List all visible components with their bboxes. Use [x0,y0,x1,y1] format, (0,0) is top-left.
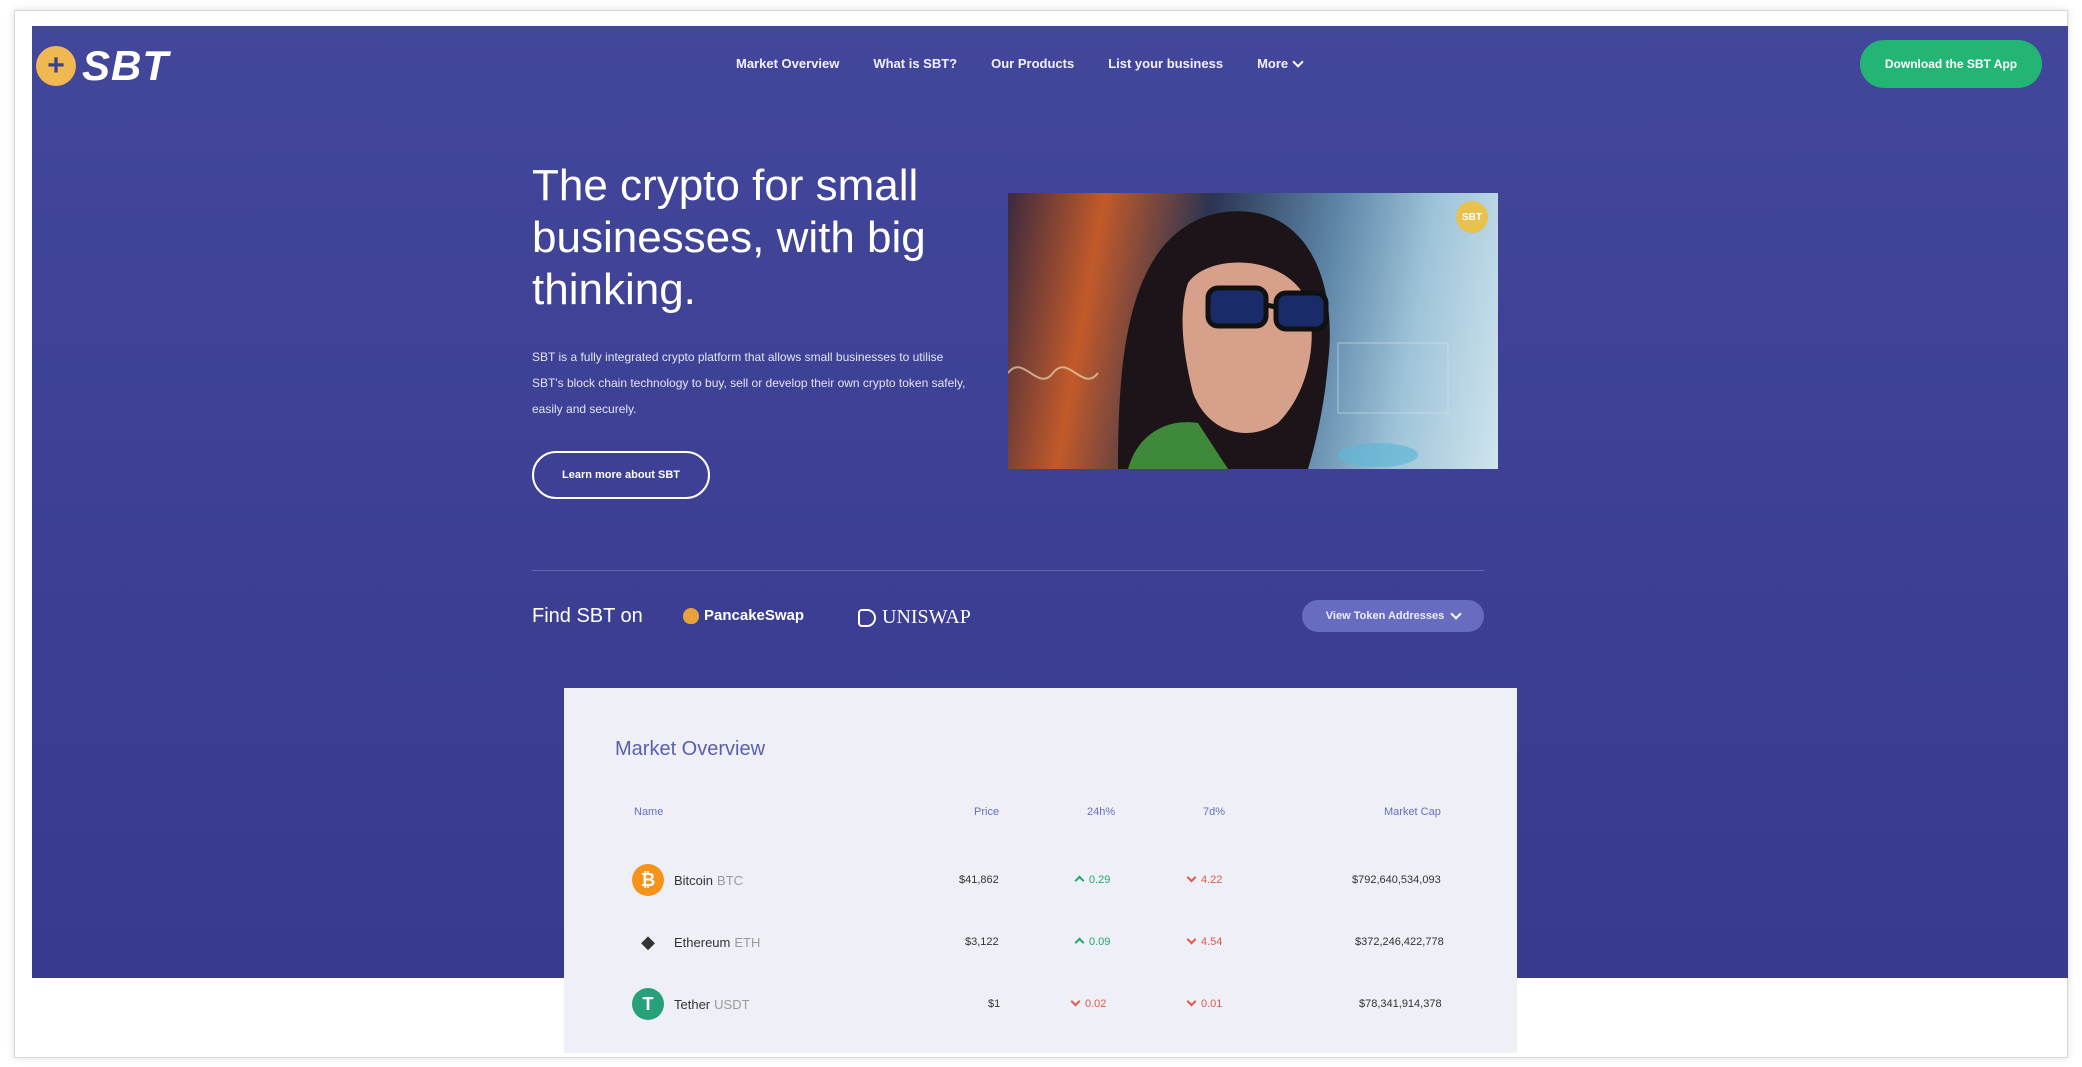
column-header-market-cap[interactable]: Market Cap [1384,806,1441,818]
change-7d-value: 0.01 [1201,998,1223,1010]
table-row[interactable]: ◆ Ethereum ETH $3,122 0.09 4.54 $372,246,… [564,910,1517,970]
market-cap: $792,640,534,093 [1352,874,1441,886]
coin-name: Ethereum ETH [674,935,760,950]
nav-item-what-is-sbt[interactable]: What is SBT? [873,56,957,71]
woman-with-glasses-illustration [1008,211,1449,469]
logo-coin-icon: + [36,46,76,86]
coin-symbol: BTC [717,873,744,888]
uniswap-unicorn-icon [858,608,876,627]
change-7d-value: 4.22 [1201,874,1223,886]
nav-item-our-products[interactable]: Our Products [991,56,1074,71]
token-button-label: View Token Addresses [1325,610,1445,622]
nav-label: More [1257,56,1289,71]
change-24h-value: 0.29 [1089,874,1111,886]
column-header-24h[interactable]: 24h% [1087,806,1115,818]
change-24h: 0.02 [1070,996,1107,1010]
download-app-button[interactable]: Download the SBT App [1860,40,2042,88]
tether-icon: T [632,988,664,1020]
coin-name-text: Bitcoin [674,873,714,888]
column-header-price[interactable]: Price [974,806,999,818]
uniswap-label: UNISWAP [882,606,971,628]
view-token-addresses-button[interactable]: View Token Addresses [1302,600,1484,632]
column-header-name[interactable]: Name [634,806,663,818]
coin-price: $3,122 [965,936,999,948]
arrow-up-icon [1074,937,1085,948]
nav-item-more[interactable]: More [1257,55,1304,71]
market-cap: $372,246,422,778 [1355,936,1444,948]
coin-price: $41,862 [959,874,999,886]
pancakeswap-bunny-icon [683,607,699,624]
nav-item-list-your-business[interactable]: List your business [1108,56,1223,71]
arrow-down-icon [1186,872,1197,883]
chevron-down-icon [1450,608,1462,620]
hero-image: SBT [1008,193,1498,469]
market-overview-panel: Market Overview Name Price 24h% 7d% Mark… [564,688,1517,1053]
market-cap: $78,341,914,378 [1359,998,1442,1010]
learn-more-button[interactable]: Learn more about SBT [532,451,710,499]
bitcoin-icon: ₿ [632,864,664,896]
change-24h-value: 0.02 [1085,998,1107,1010]
coin-symbol: ETH [734,935,761,950]
coin-name: Bitcoin BTC [674,873,743,888]
coin-name: Tether USDT [674,997,750,1012]
change-7d: 0.01 [1186,996,1223,1010]
arrow-down-icon [1186,934,1197,945]
chevron-down-icon [1292,55,1304,68]
coin-symbol: USDT [714,997,750,1012]
pancakeswap-link[interactable]: PancakeSwap [683,607,804,624]
change-7d: 4.54 [1186,934,1223,948]
change-7d: 4.22 [1186,872,1223,886]
nav-label: Market Overview [736,56,840,71]
arrow-down-icon [1186,996,1197,1007]
coin-name-text: Tether [674,997,711,1012]
pancakeswap-label: PancakeSwap [704,607,805,624]
coin-name-text: Ethereum [674,935,731,950]
sbt-logo[interactable]: + SBT [36,42,169,90]
uniswap-link[interactable]: UNISWAP [858,606,971,629]
change-24h: 0.29 [1074,874,1111,886]
nav-item-market-overview[interactable]: Market Overview [736,56,839,71]
find-sbt-label: Find SBT on [532,605,643,627]
coin-price: $1 [988,998,1001,1010]
column-header-7d[interactable]: 7d% [1203,806,1225,818]
arrow-down-icon [1070,996,1081,1007]
nav-label: Our Products [991,56,1075,71]
change-24h: 0.09 [1074,936,1111,948]
section-divider [532,570,1484,571]
sbt-badge-icon: SBT [1456,201,1488,233]
hero-description: SBT is a fully integrated crypto platfor… [532,350,966,416]
logo-text: SBT [82,42,169,89]
table-row[interactable]: T Tether USDT $1 0.02 0.01 $78,341,914,37… [564,972,1517,1032]
change-24h-value: 0.09 [1089,936,1111,948]
main-nav: Market Overview What is SBT? Our Product… [736,55,1304,71]
nav-label: What is SBT? [873,56,958,71]
change-7d-value: 4.54 [1201,936,1223,948]
table-row[interactable]: ₿ Bitcoin BTC $41,862 0.29 4.22 $792,640,… [564,848,1517,908]
hero-headline: The crypto for small businesses, with bi… [532,161,926,314]
arrow-up-icon [1074,875,1085,886]
market-overview-title: Market Overview [615,738,766,760]
nav-label: List your business [1108,56,1224,71]
ethereum-icon: ◆ [641,931,655,952]
